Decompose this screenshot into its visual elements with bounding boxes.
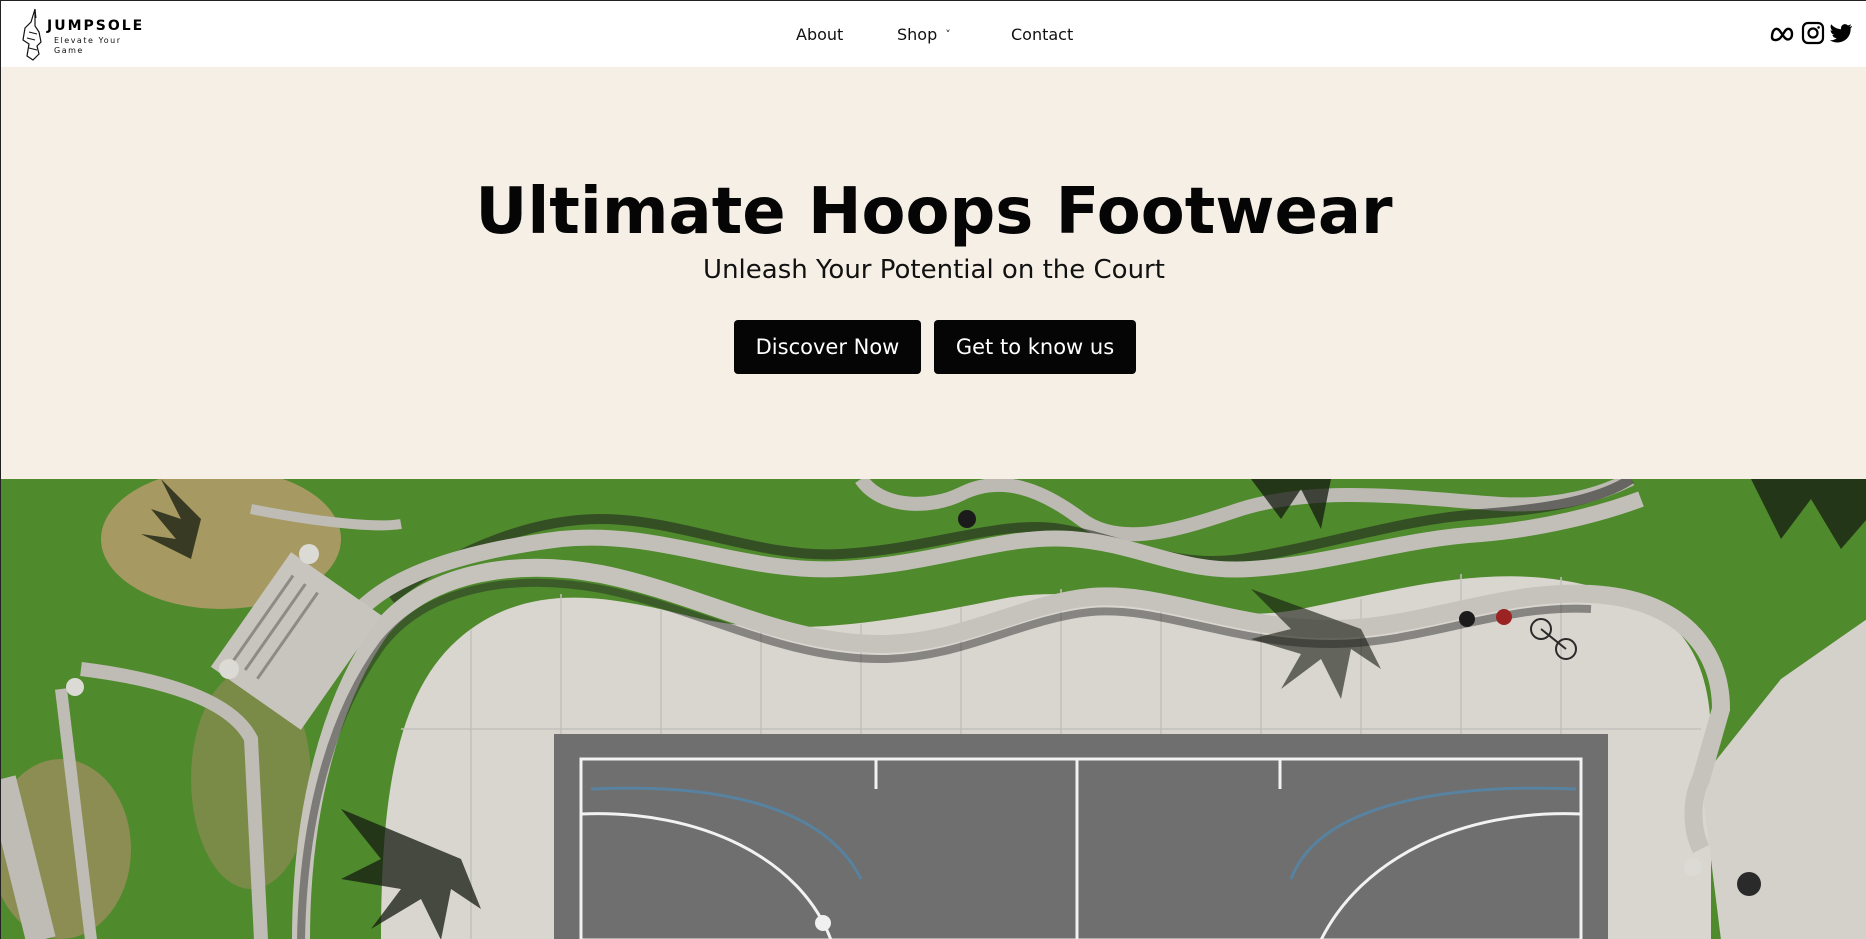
hero-title: Ultimate Hoops Footwear — [475, 175, 1393, 249]
brand-tagline: Elevate Your Game — [54, 36, 122, 55]
get-to-know-us-button[interactable]: Get to know us — [934, 320, 1136, 374]
aerial-basketball-court-image — [1, 479, 1866, 939]
brand-logo[interactable]: JUMPSOLE Elevate Your Game — [19, 6, 159, 62]
hero-section: Ultimate Hoops Footwear Unleash Your Pot… — [1, 67, 1866, 479]
twitter-icon[interactable] — [1829, 21, 1853, 45]
chevron-down-icon: ˅ — [945, 28, 951, 41]
nav-shop-dropdown[interactable]: Shop ˅ — [897, 25, 951, 44]
nav-contact-link[interactable]: Contact — [1011, 25, 1073, 44]
brand-name: JUMPSOLE — [47, 18, 145, 34]
site-header: JUMPSOLE Elevate Your Game About Shop ˅ C… — [1, 1, 1866, 67]
instagram-icon[interactable] — [1801, 21, 1825, 45]
discover-now-button[interactable]: Discover Now — [734, 320, 921, 374]
page: JUMPSOLE Elevate Your Game About Shop ˅ C… — [0, 0, 1866, 939]
nav-about-link[interactable]: About — [796, 25, 843, 44]
nav-shop-label: Shop — [897, 25, 938, 44]
meta-icon[interactable] — [1769, 21, 1795, 45]
hero-subtitle: Unleash Your Potential on the Court — [703, 255, 1165, 285]
sneaker-logo-icon — [22, 8, 42, 61]
